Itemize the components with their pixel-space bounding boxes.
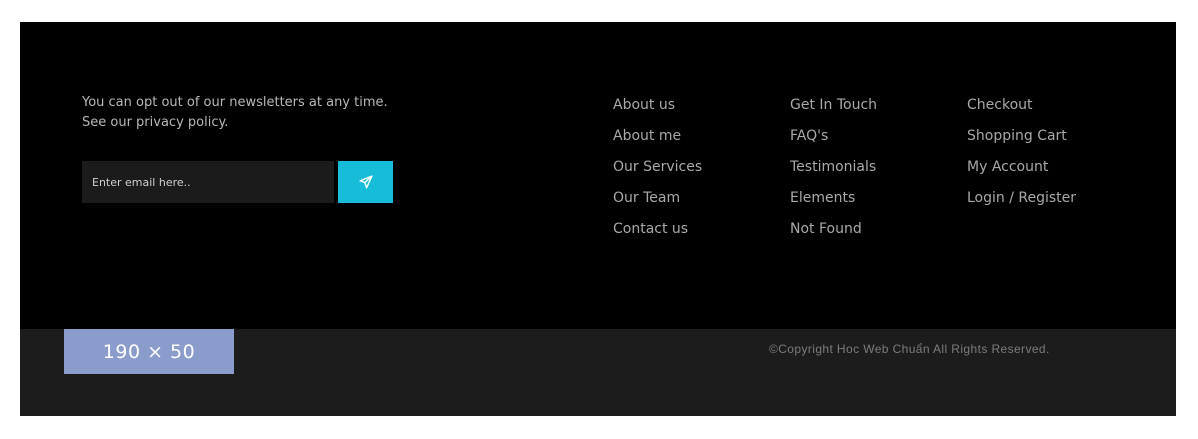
logo-placeholder[interactable]: 190 × 50: [64, 329, 234, 374]
link-faqs[interactable]: FAQ's: [790, 126, 877, 146]
footer-top: You can opt out of our newsletters at an…: [20, 22, 1176, 329]
email-input[interactable]: [82, 161, 334, 203]
link-my-account[interactable]: My Account: [967, 157, 1076, 177]
link-about-me[interactable]: About me: [613, 126, 702, 146]
link-testimonials[interactable]: Testimonials: [790, 157, 877, 177]
link-not-found[interactable]: Not Found: [790, 219, 877, 239]
subscribe-button[interactable]: [338, 161, 393, 203]
link-get-in-touch[interactable]: Get In Touch: [790, 95, 877, 115]
paper-plane-icon: [358, 175, 373, 189]
link-about-us[interactable]: About us: [613, 95, 702, 115]
newsletter-form: [82, 161, 393, 203]
link-checkout[interactable]: Checkout: [967, 95, 1076, 115]
link-elements[interactable]: Elements: [790, 188, 877, 208]
newsletter-line-2: See our privacy policy.: [82, 115, 229, 130]
link-login-register[interactable]: Login / Register: [967, 188, 1076, 208]
footer-links-col-2: Get In Touch FAQ's Testimonials Elements…: [790, 95, 877, 250]
copyright-text: ©Copyright Hoc Web Chuẩn All Rights Rese…: [769, 342, 1050, 356]
link-contact-us[interactable]: Contact us: [613, 219, 702, 239]
link-our-services[interactable]: Our Services: [613, 157, 702, 177]
newsletter-line-1: You can opt out of our newsletters at an…: [82, 95, 388, 110]
link-shopping-cart[interactable]: Shopping Cart: [967, 126, 1076, 146]
footer-links-col-3: Checkout Shopping Cart My Account Login …: [967, 95, 1076, 219]
link-our-team[interactable]: Our Team: [613, 188, 702, 208]
newsletter-text: You can opt out of our newsletters at an…: [82, 93, 462, 133]
footer-links-col-1: About us About me Our Services Our Team …: [613, 95, 702, 250]
